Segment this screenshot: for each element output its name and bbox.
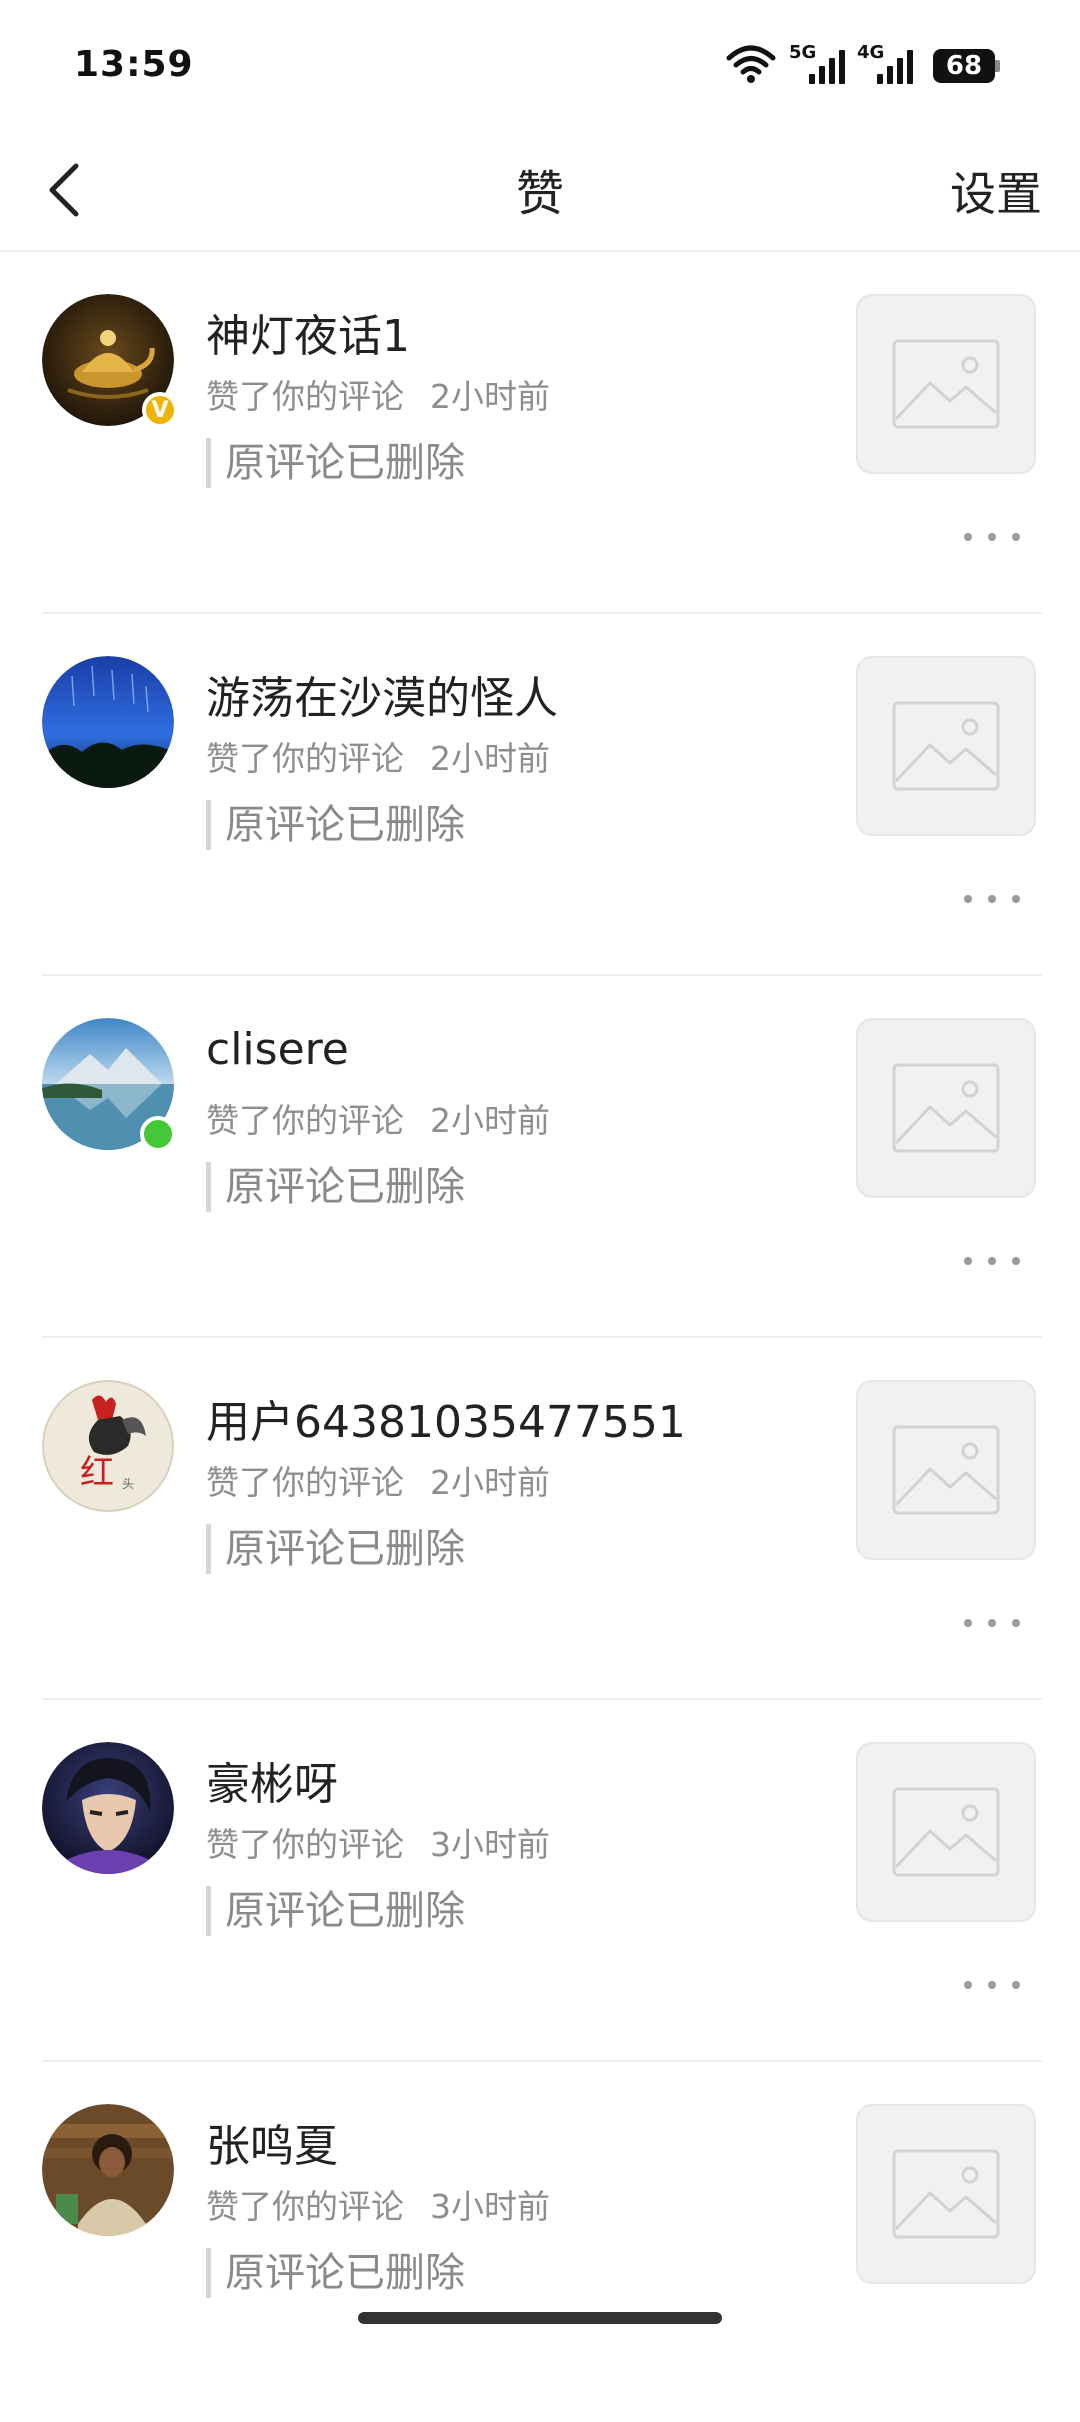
signal-4g-icon: 4G bbox=[857, 42, 913, 84]
home-indicator[interactable] bbox=[358, 2312, 722, 2324]
original-comment-quote[interactable]: 原评论已删除 bbox=[206, 1886, 465, 1936]
user-name[interactable]: 豪彬呀 bbox=[206, 1748, 338, 1812]
image-placeholder-thumbnail[interactable] bbox=[856, 2104, 1036, 2284]
timestamp: 2小时前 bbox=[430, 739, 550, 778]
user-name[interactable]: 用户64381035477551 bbox=[206, 1386, 686, 1450]
user-name[interactable]: clisere bbox=[206, 1024, 349, 1075]
image-placeholder-thumbnail[interactable] bbox=[856, 656, 1036, 836]
list-item: 红 头 用户64381035477551 赞了你的评论 2小时前 原评论已删除 bbox=[42, 1338, 1042, 1700]
page-title: 赞 bbox=[515, 166, 564, 222]
avatar[interactable] bbox=[42, 656, 174, 788]
more-options-icon[interactable] bbox=[964, 1970, 1020, 2000]
anime-character-avatar-image bbox=[42, 1742, 174, 1874]
avatar[interactable]: 红 头 bbox=[42, 1380, 174, 1512]
battery-level: 68 bbox=[945, 51, 983, 81]
avatar[interactable] bbox=[42, 1742, 174, 1874]
status-icons: 5G 4G 68 bbox=[725, 42, 1000, 88]
network-4g-label: 4G bbox=[857, 42, 885, 63]
user-name[interactable]: 游荡在沙漠的怪人 bbox=[206, 662, 558, 726]
image-placeholder-thumbnail[interactable] bbox=[856, 1742, 1036, 1922]
avatar[interactable] bbox=[42, 2104, 174, 2236]
notification-meta: 赞了你的评论 3小时前 bbox=[206, 1818, 550, 1866]
notification-meta: 赞了你的评论 2小时前 bbox=[206, 732, 550, 780]
image-placeholder-icon bbox=[892, 1063, 1000, 1153]
action-text: 赞了你的评论 bbox=[206, 1825, 404, 1864]
battery-icon: 68 bbox=[925, 49, 1000, 83]
status-time: 13:59 bbox=[74, 44, 194, 85]
timestamp: 2小时前 bbox=[430, 1463, 550, 1502]
list-item: clisere 赞了你的评论 2小时前 原评论已删除 bbox=[42, 976, 1042, 1338]
timestamp: 3小时前 bbox=[430, 2187, 550, 2226]
status-bar: 13:59 5G 4G 68 bbox=[0, 0, 1080, 130]
starry-night-avatar-image bbox=[42, 656, 174, 788]
image-placeholder-icon bbox=[892, 2149, 1000, 2239]
like-notification-list: V 神灯夜话1 赞了你的评论 2小时前 原评论已删除 游荡在沙漠的怪人 赞了你的… bbox=[0, 252, 1080, 2422]
more-options-icon[interactable] bbox=[964, 522, 1020, 552]
notification-meta: 赞了你的评论 2小时前 bbox=[206, 1456, 550, 1504]
original-comment-quote[interactable]: 原评论已删除 bbox=[206, 1162, 465, 1212]
image-placeholder-thumbnail[interactable] bbox=[856, 1380, 1036, 1560]
list-item: 张鸣夏 赞了你的评论 3小时前 原评论已删除 bbox=[42, 2062, 1042, 2422]
original-comment-quote[interactable]: 原评论已删除 bbox=[206, 1524, 465, 1574]
rooster-art-avatar-image: 红 头 bbox=[42, 1380, 174, 1512]
signal-5g-icon: 5G bbox=[789, 42, 845, 84]
image-placeholder-icon bbox=[892, 701, 1000, 791]
user-name[interactable]: 神灯夜话1 bbox=[206, 300, 410, 364]
original-comment-quote[interactable]: 原评论已删除 bbox=[206, 438, 465, 488]
image-placeholder-thumbnail[interactable] bbox=[856, 1018, 1036, 1198]
more-options-icon[interactable] bbox=[964, 1608, 1020, 1638]
online-status-dot bbox=[140, 1116, 176, 1152]
timestamp: 2小时前 bbox=[430, 1101, 550, 1140]
user-name[interactable]: 张鸣夏 bbox=[206, 2110, 338, 2174]
more-options-icon[interactable] bbox=[964, 1246, 1020, 1276]
image-placeholder-thumbnail[interactable] bbox=[856, 294, 1036, 474]
svg-text:红: 红 bbox=[80, 1453, 114, 1493]
image-placeholder-icon bbox=[892, 1787, 1000, 1877]
original-comment-quote[interactable]: 原评论已删除 bbox=[206, 800, 465, 850]
action-text: 赞了你的评论 bbox=[206, 1101, 404, 1140]
list-item: 游荡在沙漠的怪人 赞了你的评论 2小时前 原评论已删除 bbox=[42, 614, 1042, 976]
image-placeholder-icon bbox=[892, 1425, 1000, 1515]
original-comment-quote[interactable]: 原评论已删除 bbox=[206, 2248, 465, 2298]
avatar[interactable]: V bbox=[42, 294, 178, 428]
notification-meta: 赞了你的评论 3小时前 bbox=[206, 2180, 550, 2228]
timestamp: 2小时前 bbox=[430, 377, 550, 416]
image-placeholder-icon bbox=[892, 339, 1000, 429]
notification-meta: 赞了你的评论 2小时前 bbox=[206, 1094, 550, 1142]
child-photo-avatar-image bbox=[42, 2104, 174, 2236]
action-text: 赞了你的评论 bbox=[206, 1463, 404, 1502]
list-item: 豪彬呀 赞了你的评论 3小时前 原评论已删除 bbox=[42, 1700, 1042, 2062]
list-item: V 神灯夜话1 赞了你的评论 2小时前 原评论已删除 bbox=[42, 252, 1042, 614]
action-text: 赞了你的评论 bbox=[206, 2187, 404, 2226]
verified-badge: V bbox=[142, 392, 178, 428]
network-5g-label: 5G bbox=[789, 42, 817, 63]
avatar[interactable] bbox=[42, 1018, 176, 1152]
action-text: 赞了你的评论 bbox=[206, 739, 404, 778]
timestamp: 3小时前 bbox=[430, 1825, 550, 1864]
wifi-icon bbox=[725, 44, 777, 88]
settings-button[interactable]: 设置 bbox=[950, 158, 1042, 224]
nav-bar: 赞 设置 bbox=[0, 130, 1080, 252]
notification-meta: 赞了你的评论 2小时前 bbox=[206, 370, 550, 418]
svg-text:头: 头 bbox=[122, 1477, 134, 1491]
action-text: 赞了你的评论 bbox=[206, 377, 404, 416]
more-options-icon[interactable] bbox=[964, 884, 1020, 914]
